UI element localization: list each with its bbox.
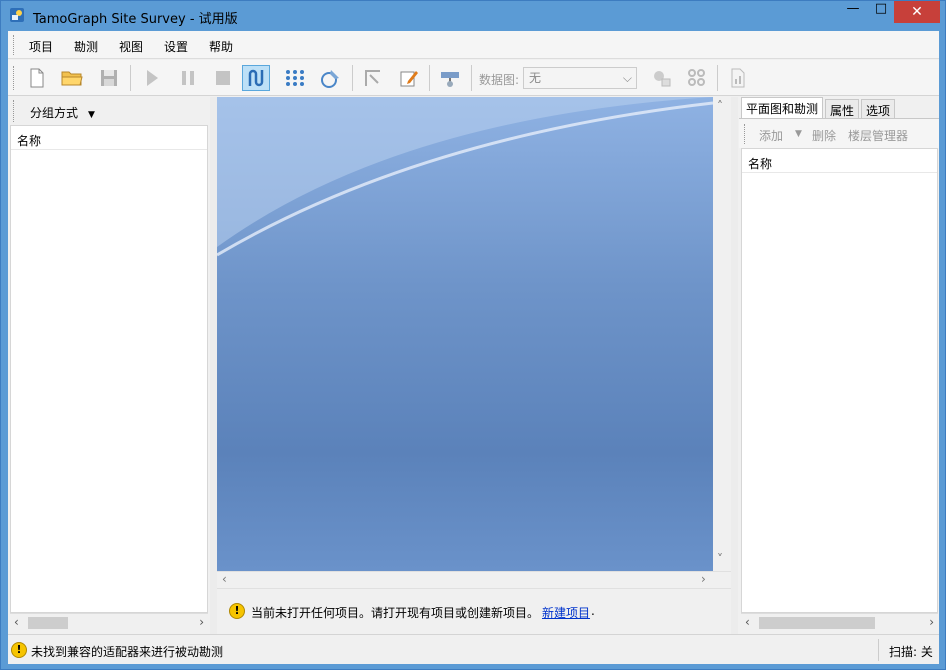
tab-floorplans-surveys[interactable]: 平面图和勘测 [741, 97, 824, 118]
grid-icon[interactable] [683, 65, 711, 91]
application-window: TamoGraph Site Survey - 试用版 — □ ✕ 项目 勘测 … [0, 0, 946, 670]
group-by-dropdown[interactable]: 分组方式 ▼ [30, 104, 95, 121]
right-horizontal-scrollbar[interactable]: ‹ › [741, 613, 938, 631]
left-panel: 分组方式 ▼ 名称 ‹ › [8, 97, 209, 634]
canvas-vertical-scrollbar[interactable]: ˄ ˅ [713, 97, 731, 571]
scroll-thumb[interactable] [759, 617, 875, 629]
toolbar-separator [130, 65, 131, 91]
toolbar-separator [717, 65, 718, 91]
scroll-right-icon[interactable]: › [701, 572, 706, 586]
client-area: 项目 勘测 视图 设置 帮助 数据图: 无 ⌵ 分组方式 ▼ 名称 ‹ › ˄ … [8, 31, 939, 664]
play-icon[interactable] [138, 65, 166, 91]
menubar-grip[interactable] [13, 35, 14, 55]
scroll-right-icon[interactable]: › [199, 615, 204, 629]
stop-icon[interactable] [209, 65, 237, 91]
chevron-down-icon: ⌵ [622, 71, 632, 85]
save-icon[interactable] [95, 65, 123, 91]
status-separator [878, 639, 879, 661]
status-bar: ! 未找到兼容的适配器来进行被动勘测 扫描: 关 [8, 634, 939, 664]
left-panel-grip[interactable] [13, 100, 14, 122]
menu-help[interactable]: 帮助 [209, 38, 233, 55]
scroll-thumb[interactable] [28, 617, 68, 629]
close-button[interactable]: ✕ [894, 1, 940, 23]
toolbar-grip[interactable] [13, 66, 14, 90]
map-canvas[interactable] [217, 97, 713, 571]
menu-project[interactable]: 项目 [29, 38, 53, 55]
adapter-status-text: 未找到兼容的适配器来进行被动勘测 [31, 645, 224, 659]
scroll-down-icon[interactable]: ˅ [717, 552, 723, 566]
scan-status: 扫描: 关 [889, 645, 933, 659]
left-splitter[interactable] [210, 97, 217, 634]
warning-icon: ! [229, 603, 245, 619]
toolbar-separator [471, 65, 472, 91]
data-map-value: 无 [529, 71, 542, 85]
add-dropdown-arrow[interactable]: ▼ [795, 129, 802, 139]
group-by-label: 分组方式 [30, 106, 79, 120]
data-settings-icon[interactable] [648, 65, 676, 91]
minimize-button[interactable]: — [839, 1, 867, 23]
menu-settings[interactable]: 设置 [164, 38, 188, 55]
name-column-header[interactable]: 名称 [11, 126, 207, 150]
message-period: . [591, 604, 595, 618]
scroll-up-icon[interactable]: ˄ [717, 99, 723, 113]
gps-icon[interactable] [316, 65, 344, 91]
floorplan-toolbar-grip[interactable] [744, 124, 745, 144]
active-survey-icon[interactable] [281, 65, 309, 91]
warning-icon: ! [11, 642, 27, 658]
passive-survey-icon[interactable] [242, 65, 270, 91]
toolbar-separator [352, 65, 353, 91]
left-horizontal-scrollbar[interactable]: ‹ › [10, 613, 208, 631]
new-file-icon[interactable] [23, 65, 51, 91]
window-title: TamoGraph Site Survey - 试用版 [33, 12, 238, 27]
right-splitter[interactable] [731, 97, 738, 634]
add-button[interactable]: 添加 [759, 127, 783, 144]
calibrate-icon[interactable] [359, 65, 387, 91]
app-icon [10, 8, 24, 22]
toolbar-separator [429, 65, 430, 91]
message-bar: ! 当前未打开任何项目。请打开现有项目或创建新项目。 新建项目 . [217, 588, 731, 634]
maximize-button[interactable]: □ [867, 1, 895, 23]
scroll-left-icon[interactable]: ‹ [14, 615, 19, 629]
floorplan-toolbar: 添加 ▼ 删除 楼层管理器 [739, 118, 939, 148]
scroll-right-icon[interactable]: › [929, 615, 934, 629]
tab-properties[interactable]: 属性 [825, 99, 860, 118]
canvas-horizontal-scrollbar[interactable]: ‹ › [217, 571, 731, 588]
new-project-link[interactable]: 新建项目 [542, 604, 590, 621]
no-project-message: 当前未打开任何项目。请打开现有项目或创建新项目。 [251, 606, 540, 620]
title-bar[interactable]: TamoGraph Site Survey - 试用版 — □ ✕ [1, 1, 945, 31]
open-folder-icon[interactable] [58, 65, 86, 91]
edit-icon[interactable] [395, 65, 423, 91]
data-map-select[interactable]: 无 ⌵ [523, 67, 637, 89]
scroll-left-icon[interactable]: ‹ [222, 572, 227, 586]
menu-bar: 项目 勘测 视图 设置 帮助 [8, 31, 939, 59]
floorplan-list[interactable]: 名称 [741, 148, 938, 613]
caret-down-icon: ▼ [88, 110, 95, 120]
right-panel: 平面图和勘测 属性 选项 添加 ▼ 删除 楼层管理器 名称 ‹ › [739, 97, 939, 634]
canvas-swoosh-graphic [217, 97, 713, 257]
menu-survey[interactable]: 勘测 [74, 38, 98, 55]
data-map-label: 数据图: [479, 73, 520, 87]
pause-icon[interactable] [174, 65, 202, 91]
name-column-header[interactable]: 名称 [742, 149, 937, 173]
project-list[interactable]: 名称 [10, 125, 208, 613]
floor-manager-button[interactable]: 楼层管理器 [848, 127, 908, 144]
delete-button[interactable]: 删除 [812, 127, 836, 144]
tab-options[interactable]: 选项 [861, 99, 896, 118]
report-icon[interactable] [724, 65, 752, 91]
scroll-left-icon[interactable]: ‹ [745, 615, 750, 629]
ap-icon[interactable] [436, 65, 464, 91]
menu-view[interactable]: 视图 [119, 38, 143, 55]
toolbar: 数据图: 无 ⌵ [8, 60, 939, 96]
